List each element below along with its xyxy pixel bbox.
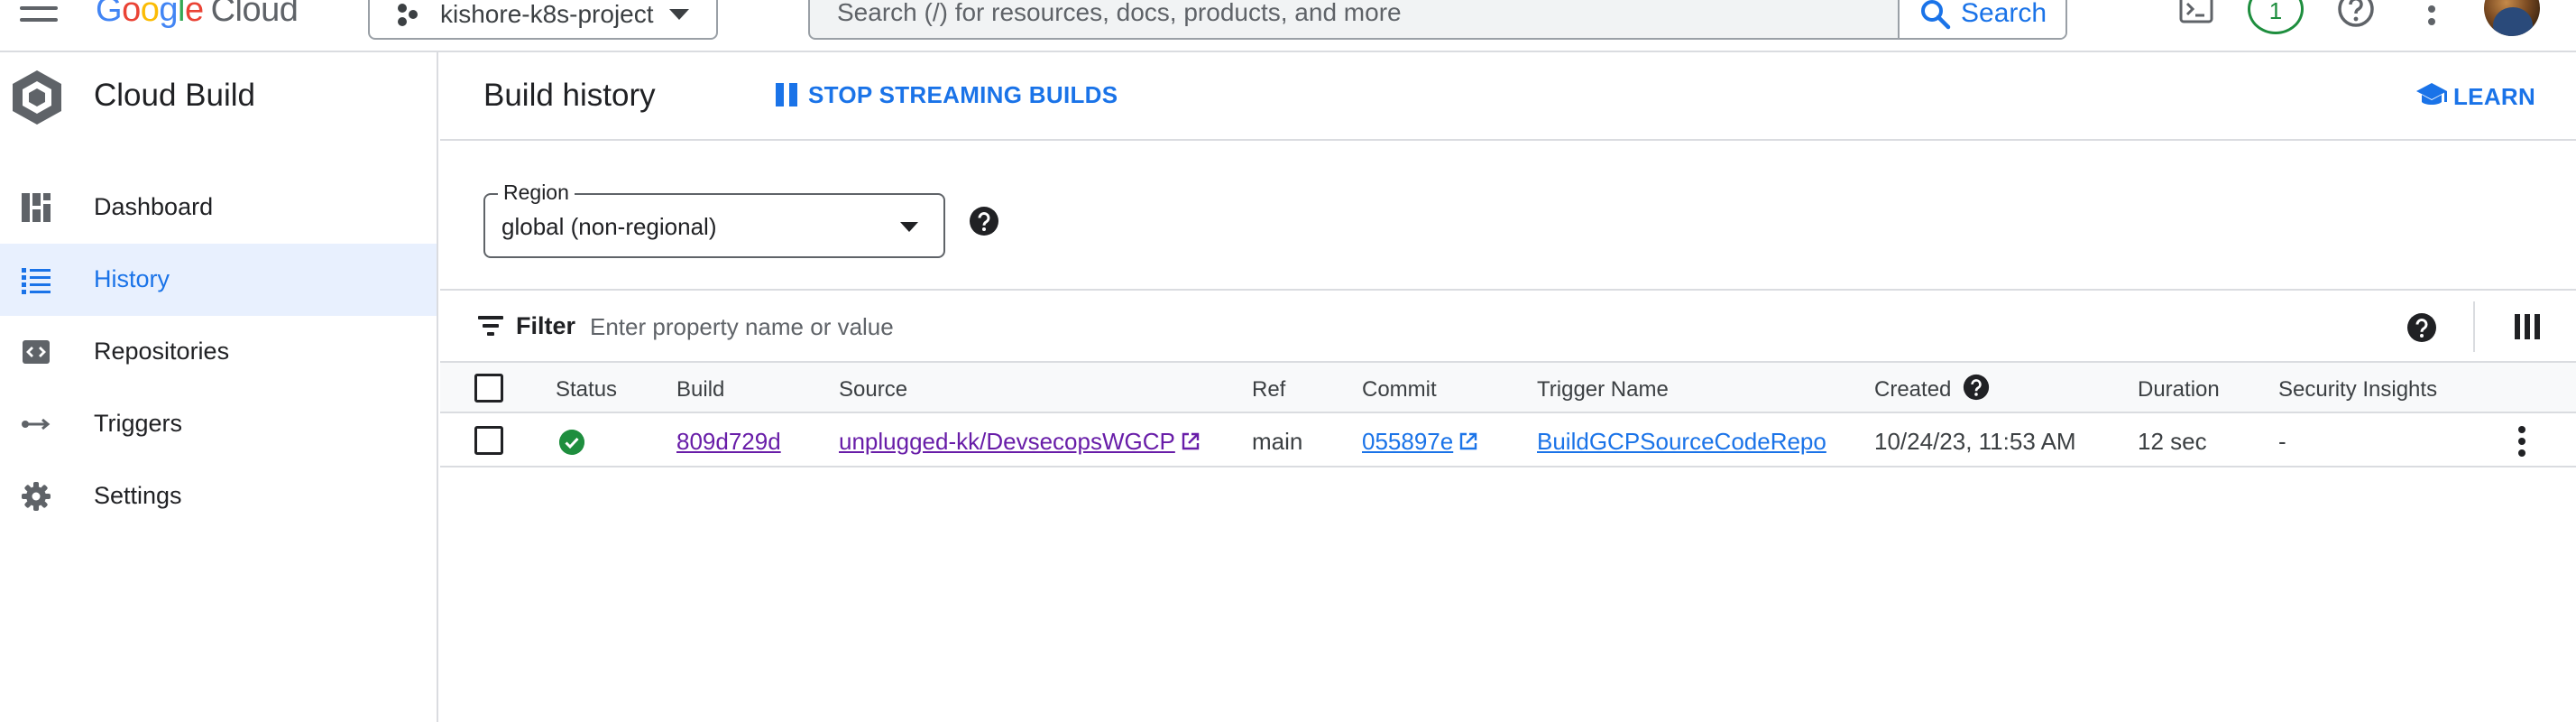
page-header: Build history STOP STREAMING BUILDS LEAR… <box>440 52 2576 141</box>
logo-letter: G <box>96 0 123 29</box>
column-header-ref[interactable]: Ref <box>1252 377 1285 403</box>
filter-icon <box>478 316 503 336</box>
filter-input[interactable] <box>590 309 1672 345</box>
main-content: Build history STOP STREAMING BUILDS LEAR… <box>440 52 2576 722</box>
search-input[interactable] <box>837 0 1793 31</box>
pause-icon <box>776 83 797 106</box>
commit-link-text: 055897e <box>1362 428 1454 455</box>
stop-streaming-label: STOP STREAMING BUILDS <box>808 81 1118 108</box>
project-icon <box>398 4 418 26</box>
column-header-commit[interactable]: Commit <box>1362 377 1437 403</box>
column-display-options-icon[interactable] <box>2515 314 2540 339</box>
region-value: global (non-regional) <box>501 213 717 240</box>
filter-bar: Filter <box>440 289 2576 363</box>
logo-letter: g <box>159 0 178 29</box>
security-insights-value: - <box>2278 428 2286 455</box>
sidebar-item-label: Repositories <box>94 338 230 365</box>
sidebar-item-repositories[interactable]: Repositories <box>0 316 437 388</box>
list-icon <box>22 268 51 294</box>
notifications-button[interactable]: 1 <box>2248 0 2304 34</box>
sidebar-item-label: History <box>94 265 170 292</box>
logo-letter: o <box>140 0 160 29</box>
page-title: Build history <box>483 78 656 113</box>
region-select[interactable]: Region global (non-regional) <box>483 180 945 258</box>
search-bar: Search <box>808 0 2067 40</box>
check-circle-icon <box>559 430 584 455</box>
column-header-trigger-name[interactable]: Trigger Name <box>1537 377 1669 403</box>
search-button-label: Search <box>1961 0 2047 28</box>
column-header-duration[interactable]: Duration <box>2138 377 2220 403</box>
build-id-link[interactable]: 809d729d <box>676 428 781 456</box>
filter-label: Filter <box>516 312 576 339</box>
product-title: Cloud Build <box>94 78 255 113</box>
dashboard-icon <box>22 193 51 222</box>
terminal-icon[interactable] <box>2179 0 2213 23</box>
logo-letter: o <box>122 0 141 29</box>
table-header-row: Status Build Source Ref Commit Trigger N… <box>440 363 2576 413</box>
sidebar-header: Cloud Build <box>0 52 437 143</box>
project-name: kishore-k8s-project <box>440 0 654 28</box>
logo-letter: l <box>177 0 185 29</box>
avatar[interactable] <box>2484 0 2540 36</box>
column-header-source[interactable]: Source <box>839 377 907 403</box>
settings-icon <box>22 482 51 511</box>
sidebar-item-history[interactable]: History <box>0 244 437 316</box>
duration-value: 12 sec <box>2138 428 2207 455</box>
sidebar-item-label: Dashboard <box>94 193 214 220</box>
help-icon[interactable] <box>1963 374 1990 401</box>
sidebar-item-triggers[interactable]: Triggers <box>0 388 437 460</box>
column-header-status[interactable]: Status <box>556 377 617 403</box>
top-app-bar: GoogleCloud kishore-k8s-project Search 1 <box>0 0 2576 52</box>
chevron-down-icon <box>900 222 918 232</box>
trigger-name-link[interactable]: BuildGCPSourceCodeRepo <box>1537 428 1826 456</box>
commit-link[interactable]: 055897e <box>1362 428 1478 456</box>
help-icon[interactable] <box>2336 0 2376 29</box>
help-icon[interactable] <box>969 206 999 236</box>
school-icon <box>2416 83 2447 105</box>
search-icon <box>1921 0 1951 30</box>
divider <box>2473 301 2475 352</box>
sidebar-item-dashboard[interactable]: Dashboard <box>0 171 437 244</box>
region-label: Region <box>498 180 575 205</box>
project-picker-button[interactable]: kishore-k8s-project <box>368 0 718 40</box>
source-link-text: unplugged-kk/DevsecopsWGCP <box>839 428 1175 455</box>
row-checkbox[interactable] <box>474 426 503 455</box>
cloud-build-icon <box>13 70 61 125</box>
notification-count: 1 <box>2268 0 2283 24</box>
chevron-down-icon <box>669 9 689 20</box>
column-header-build[interactable]: Build <box>676 377 724 403</box>
open-in-new-icon <box>1182 432 1200 450</box>
triggers-icon <box>22 418 51 430</box>
source-link[interactable]: unplugged-kk/DevsecopsWGCP <box>839 428 1201 456</box>
created-value: 10/24/23, 11:53 AM <box>1874 428 2076 455</box>
sidebar-item-settings[interactable]: Settings <box>0 460 437 532</box>
help-icon[interactable] <box>2406 312 2437 343</box>
logo-letter: e <box>184 0 204 29</box>
sidebar-item-label: Triggers <box>94 410 183 437</box>
google-cloud-logo[interactable]: Google Cloud <box>96 0 299 30</box>
logo-product: Cloud <box>210 0 299 29</box>
learn-label: LEARN <box>2453 83 2536 110</box>
ref-value: main <box>1252 428 1303 455</box>
sidebar-item-label: Settings <box>94 482 182 509</box>
open-in-new-icon <box>1460 432 1477 450</box>
menu-icon[interactable] <box>20 0 58 22</box>
column-header-created[interactable]: Created <box>1874 377 1951 403</box>
repository-icon <box>23 340 50 364</box>
row-actions-more-vert-icon[interactable] <box>2518 426 2525 457</box>
table-row[interactable]: 809d729d unplugged-kk/DevsecopsWGCP main… <box>440 415 2576 467</box>
column-header-security-insights[interactable]: Security Insights <box>2278 377 2437 403</box>
learn-button[interactable]: LEARN <box>2415 79 2551 112</box>
select-all-checkbox[interactable] <box>474 374 503 403</box>
search-button[interactable]: Search <box>1898 0 2065 38</box>
more-vert-icon[interactable] <box>2428 0 2435 25</box>
sidebar: Cloud Build Dashboard History Repositori… <box>0 52 438 722</box>
